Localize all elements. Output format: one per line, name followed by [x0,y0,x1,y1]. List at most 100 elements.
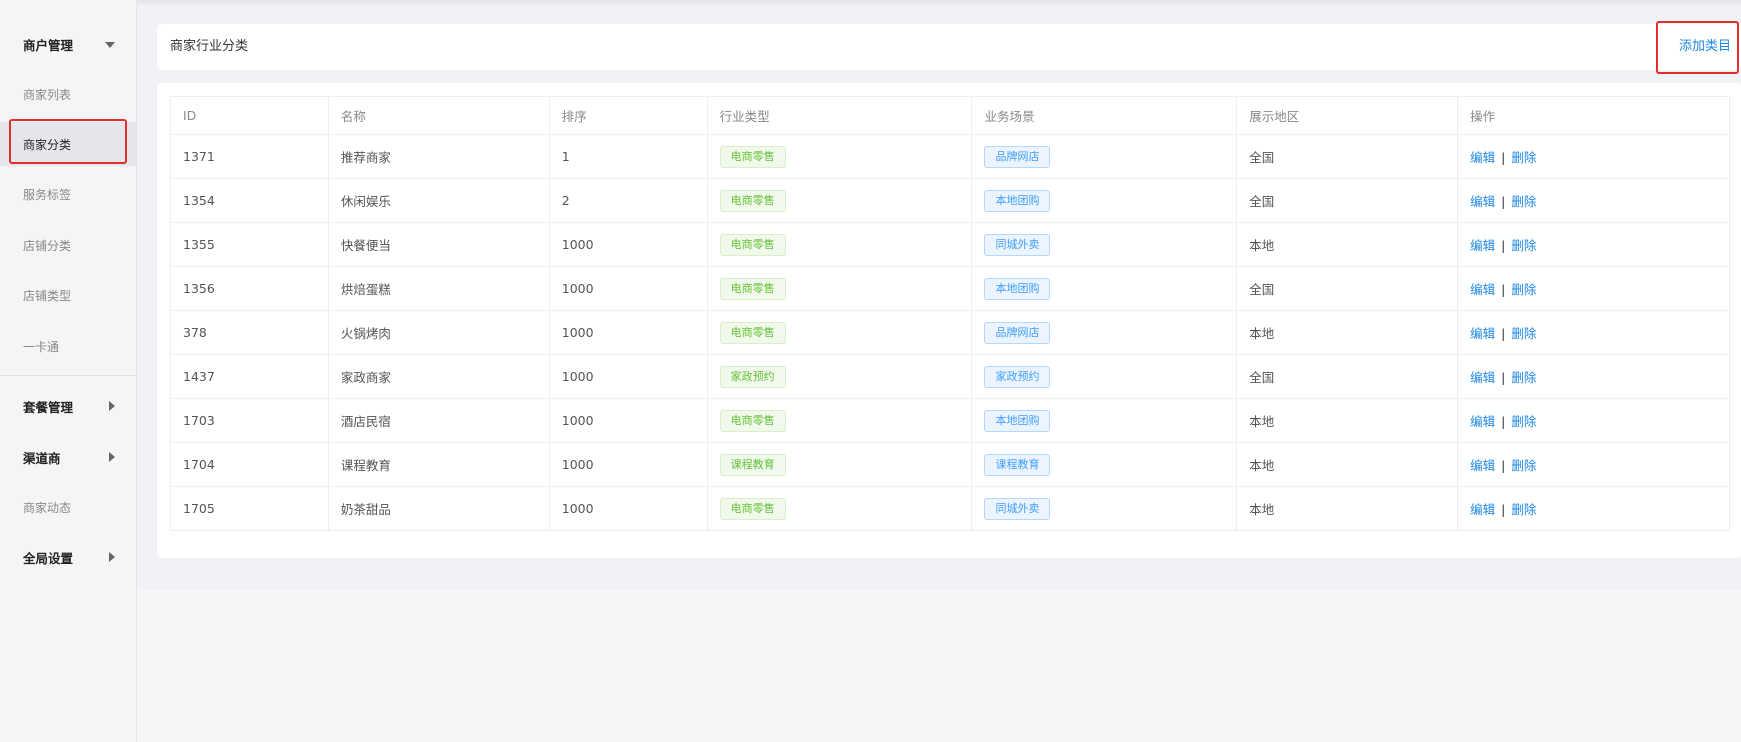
cell-sort: 2 [548,178,708,223]
cell-name: 烘焙蛋糕 [327,266,550,311]
cell-actions: 编辑 | 删除 [1457,354,1730,399]
sidebar-item-label: 商家列表 [23,87,72,102]
action-separator: | [1501,194,1506,209]
cell-scene: 课程教育 [971,442,1238,487]
cell-name: 课程教育 [327,442,550,487]
cell-sort: 1000 [548,398,708,443]
table-header-row: ID 名称 排序 行业类型 业务场景 展示地区 操作 [170,96,1730,135]
cell-actions: 编辑 | 删除 [1457,310,1730,355]
scene-tag: 同城外卖 [984,233,1051,256]
cell-id: 1704 [170,442,329,487]
column-header: 操作 [1457,96,1730,135]
delete-link[interactable]: 删除 [1511,414,1536,429]
sidebar-item-label: 渠道商 [23,450,61,466]
edit-link[interactable]: 编辑 [1470,238,1495,253]
top-shadow-bar [137,0,1741,6]
industry-tag: 电商零售 [719,145,786,168]
edit-link[interactable]: 编辑 [1470,150,1495,165]
cell-scene: 本地团购 [971,266,1238,311]
cell-scene: 品牌网店 [971,310,1238,355]
sidebar-item-label: 服务标签 [23,187,72,202]
edit-link[interactable]: 编辑 [1470,194,1495,209]
delete-link[interactable]: 删除 [1511,150,1536,165]
cell-sort: 1000 [548,354,708,399]
cell-industry: 电商零售 [706,266,973,311]
delete-link[interactable]: 删除 [1511,458,1536,473]
scene-tag: 同城外卖 [984,497,1051,520]
sidebar-item-label: 店铺分类 [23,238,72,253]
cell-actions: 编辑 | 删除 [1457,222,1730,267]
delete-link[interactable]: 删除 [1511,238,1536,253]
cell-name: 休闲娱乐 [327,178,550,223]
cell-actions: 编辑 | 删除 [1457,442,1730,487]
sidebar-item-service-tags[interactable]: 服务标签 [0,172,137,216]
cell-region: 全国 [1236,266,1459,311]
page-header: 商家行业分类 添加类目 [157,24,1741,70]
table-row: 1356 烘焙蛋糕 1000 电商零售 本地团购 全国 编辑 | 删除 [170,266,1730,311]
delete-link[interactable]: 删除 [1511,502,1536,517]
delete-link[interactable]: 删除 [1511,282,1536,297]
chevron-right-icon [109,401,115,411]
edit-link[interactable]: 编辑 [1470,370,1495,385]
scene-tag: 品牌网店 [984,145,1051,168]
table-row: 378 火锅烤肉 1000 电商零售 品牌网店 本地 编辑 | 删除 [170,310,1730,355]
action-separator: | [1501,370,1506,385]
sidebar-item-store-type[interactable]: 店铺类型 [0,273,137,317]
delete-link[interactable]: 删除 [1511,370,1536,385]
industry-tag: 电商零售 [719,233,786,256]
cell-sort: 1000 [548,442,708,487]
table-row: 1437 家政商家 1000 家政预约 家政预约 全国 编辑 | 删除 [170,354,1730,399]
cell-scene: 家政预约 [971,354,1238,399]
cell-id: 1703 [170,398,329,443]
chevron-right-icon [109,452,115,462]
edit-link[interactable]: 编辑 [1470,326,1495,341]
scene-tag: 本地团购 [984,277,1051,300]
edit-link[interactable]: 编辑 [1470,282,1495,297]
sidebar-item-merchant-list[interactable]: 商家列表 [0,72,137,116]
cell-industry: 家政预约 [706,354,973,399]
sidebar-item-label: 店铺类型 [23,288,72,303]
cell-region: 本地 [1236,310,1459,355]
cell-region: 本地 [1236,486,1459,531]
column-header: 名称 [327,96,550,135]
cell-scene: 本地团购 [971,178,1238,223]
cell-scene: 同城外卖 [971,222,1238,267]
sidebar-item-store-category[interactable]: 店铺分类 [0,223,137,267]
industry-tag: 电商零售 [719,189,786,212]
sidebar-item-label: 一卡通 [23,339,60,354]
cell-id: 378 [170,310,329,355]
cell-actions: 编辑 | 删除 [1457,266,1730,311]
sidebar-group-package-management[interactable]: 套餐管理 [0,384,137,428]
cell-name: 奶茶甜品 [327,486,550,531]
table-row: 1371 推荐商家 1 电商零售 品牌网店 全国 编辑 | 删除 [170,134,1730,179]
cell-name: 推荐商家 [327,134,550,179]
delete-link[interactable]: 删除 [1511,194,1536,209]
action-separator: | [1501,502,1506,517]
edit-link[interactable]: 编辑 [1470,502,1495,517]
page-title: 商家行业分类 [170,39,249,54]
sidebar-item-merchant-news[interactable]: 商家动态 [0,485,137,529]
edit-link[interactable]: 编辑 [1470,414,1495,429]
sidebar-item-merchant-category[interactable]: 商家分类 [0,122,137,166]
action-separator: | [1501,282,1506,297]
sidebar-group-channel-partner[interactable]: 渠道商 [0,435,137,479]
cell-name: 快餐便当 [327,222,550,267]
action-separator: | [1501,326,1506,341]
edit-link[interactable]: 编辑 [1470,458,1495,473]
delete-link[interactable]: 删除 [1511,326,1536,341]
scene-tag: 品牌网店 [984,321,1051,344]
cell-id: 1355 [170,222,329,267]
sidebar-group-merchant-management[interactable]: 商户管理 [0,22,137,66]
cell-name: 酒店民宿 [327,398,550,443]
table-row: 1354 休闲娱乐 2 电商零售 本地团购 全国 编辑 | 删除 [170,178,1730,223]
column-header: 行业类型 [706,96,973,135]
add-category-button[interactable]: 添加类目 [1673,24,1737,70]
cell-industry: 课程教育 [706,442,973,487]
cell-region: 全国 [1236,354,1459,399]
sidebar-group-global-settings[interactable]: 全局设置 [0,535,137,579]
cell-sort: 1000 [548,222,708,267]
sidebar-item-one-card[interactable]: 一卡通 [0,324,137,368]
cell-sort: 1000 [548,486,708,531]
cell-region: 全国 [1236,134,1459,179]
industry-tag: 家政预约 [719,365,786,388]
